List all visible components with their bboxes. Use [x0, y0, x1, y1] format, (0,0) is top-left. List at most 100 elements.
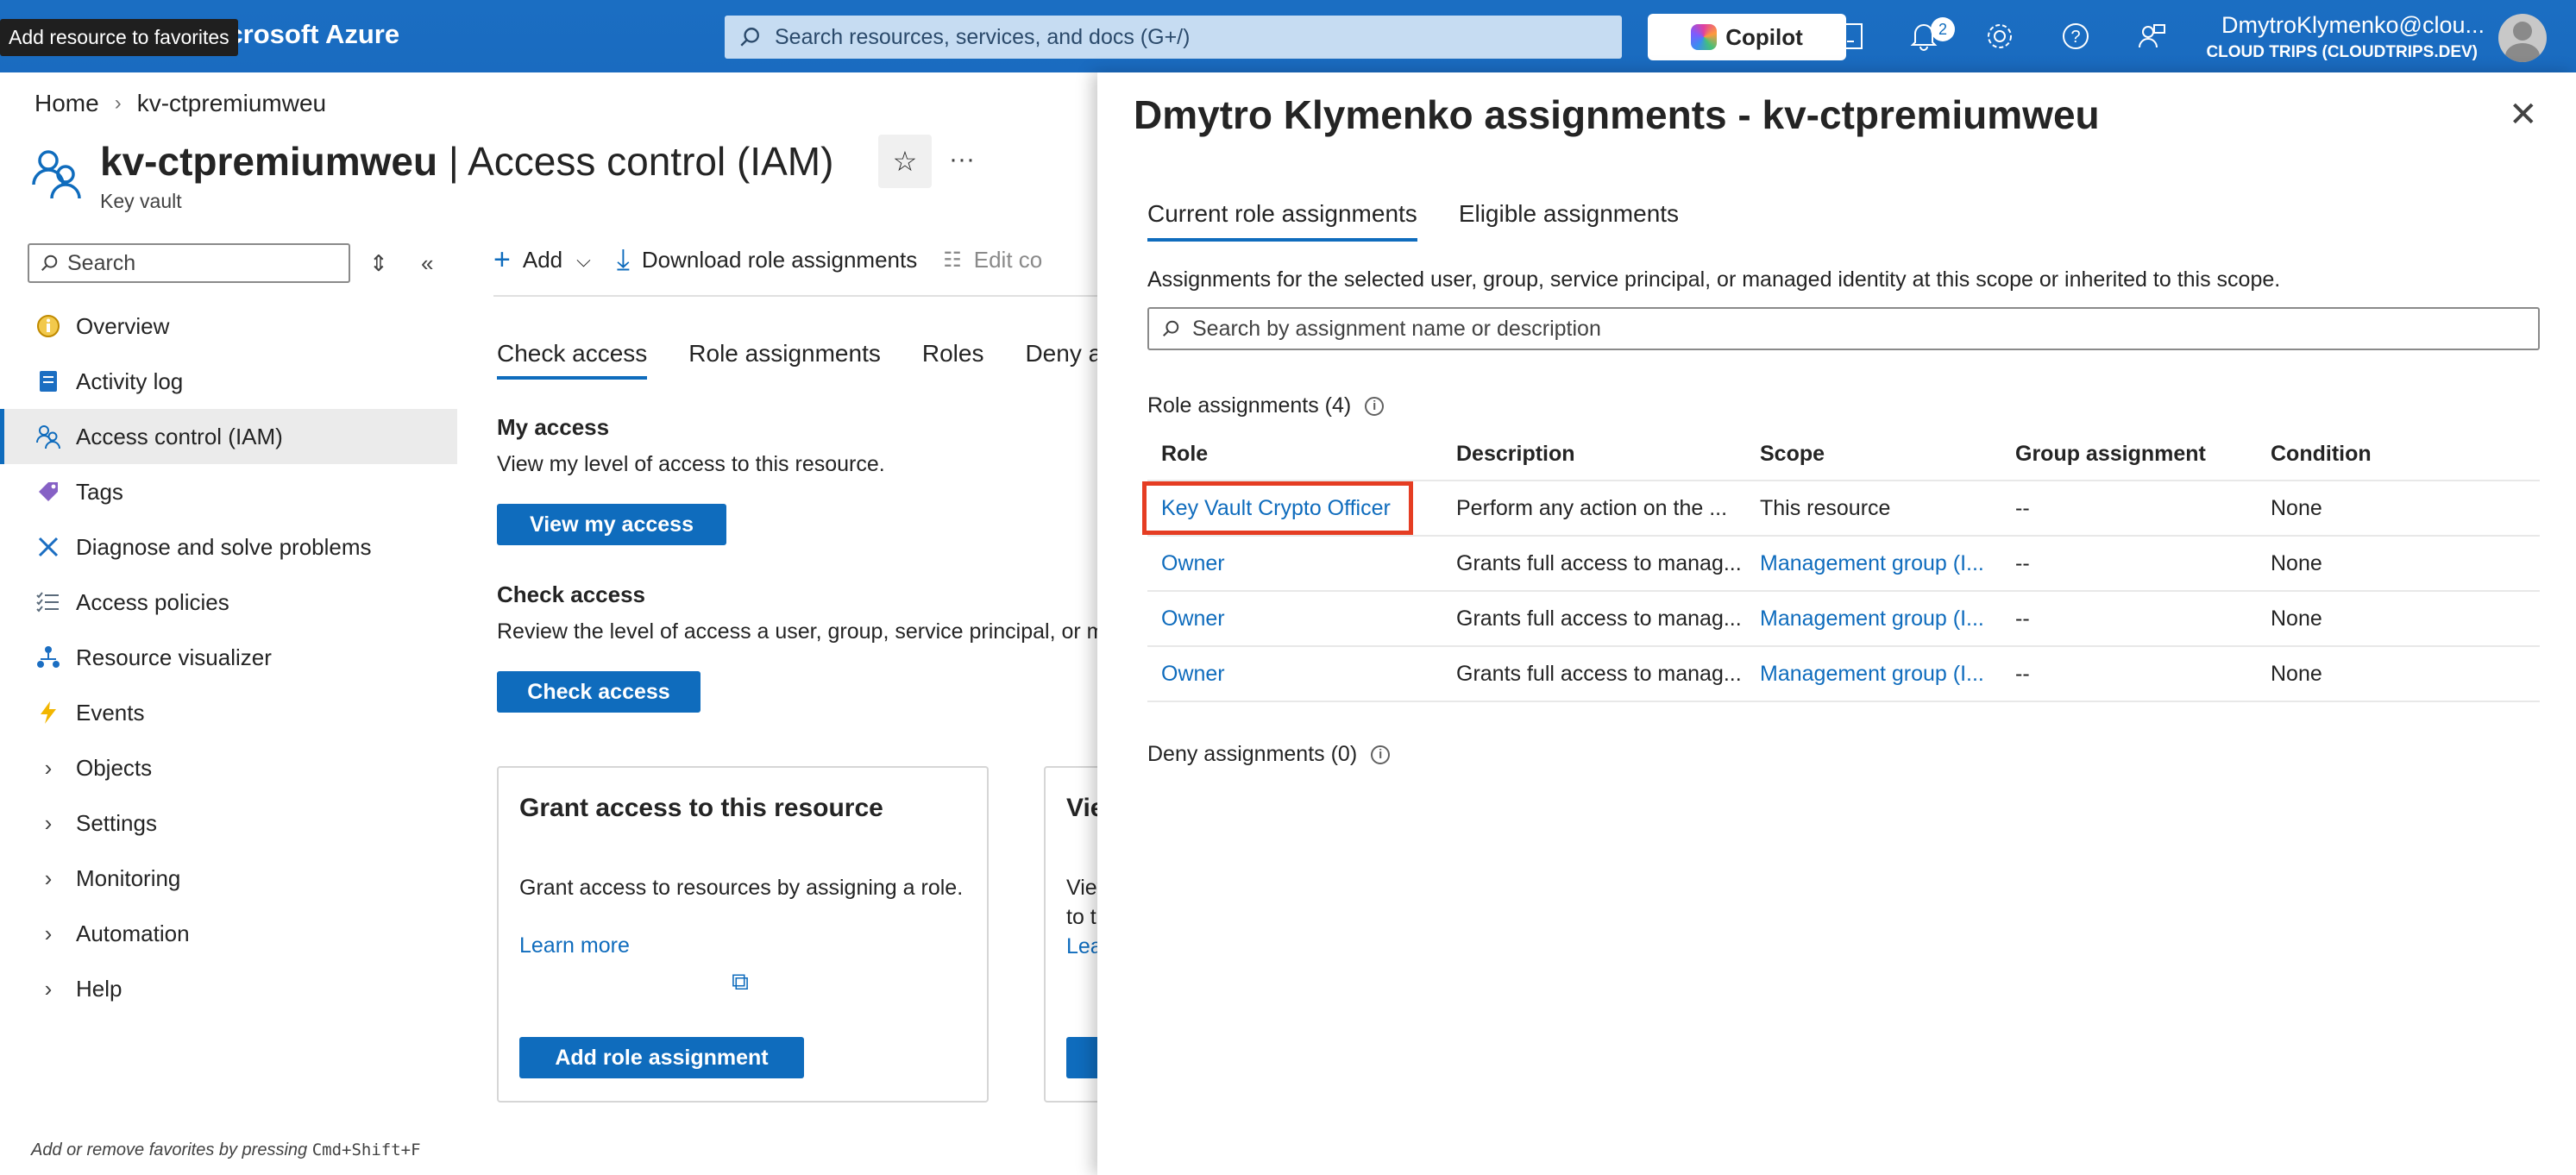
- help-icon[interactable]: ?: [2058, 19, 2093, 53]
- sidebar-item-tags[interactable]: Tags: [0, 464, 457, 519]
- cloud-shell-icon[interactable]: [1831, 19, 1865, 53]
- plus-icon: +: [493, 243, 511, 276]
- favorite-star-button[interactable]: ☆: [878, 135, 932, 188]
- assignments-panel: Dmytro Klymenko assignments - kv-ctpremi…: [1097, 72, 2576, 1175]
- row-group-assignment: --: [2015, 550, 2030, 575]
- column-header-scope[interactable]: Scope: [1760, 442, 2015, 467]
- sidebar-item-label: Access control (IAM): [76, 423, 283, 449]
- deny-assignments-count: Deny assignments (0) i: [1147, 742, 1391, 767]
- settings-gear-icon[interactable]: [1982, 19, 2017, 53]
- sidebar-item-monitoring[interactable]: › Monitoring: [0, 851, 457, 906]
- learn-more-link[interactable]: Learn more: [519, 933, 630, 958]
- panel-tabs: Current role assignments Eligible assign…: [1147, 200, 1679, 242]
- assignment-search-placeholder: Search by assignment name or description: [1192, 316, 1601, 341]
- check-access-text: Review the level of access a user, group…: [497, 619, 1097, 644]
- edit-columns-button[interactable]: ☷ Edit co: [943, 247, 1042, 273]
- tab-eligible-assignments[interactable]: Eligible assignments: [1459, 200, 1679, 228]
- collapse-sidebar-icon[interactable]: «: [421, 250, 433, 277]
- sidebar-item-label: Help: [76, 975, 123, 1002]
- sidebar-item-events[interactable]: Events: [0, 685, 457, 740]
- notification-count-badge: 2: [1931, 17, 1955, 41]
- row-scope-link[interactable]: Management group (I...: [1760, 606, 2015, 631]
- iam-icon: [35, 423, 62, 450]
- row-scope-link[interactable]: Management group (I...: [1760, 662, 2015, 687]
- sidebar-item-label: Automation: [76, 920, 190, 946]
- sidebar-item-overview[interactable]: Overview: [0, 298, 457, 354]
- role-link[interactable]: Owner: [1147, 662, 1456, 687]
- sidebar-item-help[interactable]: › Help: [0, 961, 457, 1016]
- page-title-suffix: | Access control (IAM): [437, 139, 834, 184]
- breadcrumb-home[interactable]: Home: [35, 90, 99, 117]
- chevron-down-icon: ⌵: [576, 248, 591, 271]
- iam-tabs: Check access Role assignments Roles Deny…: [497, 340, 1126, 380]
- sidebar-item-objects[interactable]: › Objects: [0, 740, 457, 795]
- chevron-right-icon: ›: [44, 864, 53, 891]
- breadcrumb-resource[interactable]: kv-ctpremiumweu: [137, 90, 326, 117]
- more-options-icon[interactable]: ···: [949, 145, 975, 174]
- add-label: Add: [522, 247, 563, 273]
- page-title: kv-ctpremiumweu | Access control (IAM): [100, 138, 833, 185]
- add-role-assignment-button[interactable]: Add role assignment: [519, 1037, 804, 1078]
- breadcrumb: Home › kv-ctpremiumweu: [35, 90, 326, 117]
- row-scope-link[interactable]: Management group (I...: [1760, 551, 2015, 576]
- sidebar-item-access-policies[interactable]: Access policies: [0, 575, 457, 630]
- tab-current-role-assignments[interactable]: Current role assignments: [1147, 200, 1417, 242]
- chevron-right-icon: ›: [114, 91, 122, 115]
- search-icon: [740, 28, 759, 47]
- column-header-description[interactable]: Description: [1456, 442, 1760, 467]
- copilot-button[interactable]: Copilot: [1648, 14, 1846, 60]
- sidebar-item-label: Events: [76, 699, 145, 726]
- info-icon[interactable]: i: [1371, 745, 1391, 764]
- external-link-icon[interactable]: ⧉: [732, 968, 757, 995]
- sort-updown-icon[interactable]: ⇕: [369, 250, 388, 277]
- sidebar-item-label: Tags: [76, 478, 123, 505]
- download-role-assignments-button[interactable]: ⤓ Download role assignments: [617, 243, 917, 277]
- column-header-group-assignment[interactable]: Group assignment: [2015, 442, 2271, 467]
- account-name[interactable]: DmytroKlymenko@clou...: [2200, 12, 2485, 39]
- check-access-heading: Check access: [497, 581, 646, 607]
- sidebar-item-activity-log[interactable]: Activity log: [0, 354, 457, 409]
- sidebar-item-diagnose[interactable]: Diagnose and solve problems: [0, 519, 457, 575]
- avatar[interactable]: [2498, 14, 2547, 62]
- add-button[interactable]: + Add ⌵: [493, 243, 591, 277]
- tab-role-assignments[interactable]: Role assignments: [688, 340, 881, 368]
- assignment-search-input[interactable]: Search by assignment name or description: [1147, 307, 2540, 350]
- column-header-condition[interactable]: Condition: [2271, 442, 2529, 467]
- sidebar-item-label: Settings: [76, 809, 157, 836]
- grant-access-text: Grant access to resources by assigning a…: [519, 876, 964, 900]
- overview-icon: [35, 312, 62, 340]
- sidebar-item-access-control[interactable]: Access control (IAM): [0, 409, 457, 464]
- sidebar-item-label: Overview: [76, 312, 170, 339]
- sidebar-item-label: Resource visualizer: [76, 644, 272, 670]
- grant-access-title: Grant access to this resource: [519, 794, 883, 822]
- account-directory[interactable]: CLOUD TRIPS (CLOUDTRIPS.DEV): [2157, 43, 2478, 62]
- panel-title: Dmytro Klymenko assignments - kv-ctpremi…: [1134, 92, 2100, 137]
- chevron-right-icon: ›: [44, 809, 53, 836]
- row-condition: None: [2271, 606, 2322, 631]
- table-header: Role Description Scope Group assignment …: [1147, 428, 2540, 481]
- favorites-hint-text: Add or remove favorites by pressing: [31, 1140, 308, 1159]
- info-icon[interactable]: i: [1365, 396, 1385, 416]
- sidebar-item-label: Objects: [76, 754, 153, 781]
- sidebar-item-automation[interactable]: › Automation: [0, 906, 457, 961]
- check-access-button[interactable]: Check access: [497, 671, 701, 713]
- deny-assignments-label: Deny assignments (0): [1147, 742, 1358, 766]
- resource-type: Key vault: [100, 190, 182, 212]
- sidebar-item-resource-visualizer[interactable]: Resource visualizer: [0, 630, 457, 685]
- view-my-access-button[interactable]: View my access: [497, 504, 726, 545]
- role-link[interactable]: Owner: [1147, 551, 1456, 576]
- row-condition: None: [2271, 661, 2322, 686]
- tag-icon: [35, 478, 62, 506]
- role-link[interactable]: Owner: [1147, 606, 1456, 631]
- sidebar-search-input[interactable]: Search: [28, 243, 350, 283]
- favorites-shortcut-keys: Cmd+Shift+F: [311, 1140, 421, 1159]
- row-group-assignment: --: [2015, 661, 2030, 686]
- close-icon[interactable]: ✕: [2509, 95, 2538, 135]
- global-search-input[interactable]: Search resources, services, and docs (G+…: [725, 16, 1622, 59]
- column-header-role[interactable]: Role: [1147, 442, 1456, 467]
- tab-roles[interactable]: Roles: [922, 340, 984, 368]
- sidebar-item-label: Access policies: [76, 588, 229, 615]
- tab-check-access[interactable]: Check access: [497, 340, 648, 380]
- row-condition: None: [2271, 550, 2322, 575]
- sidebar-item-settings[interactable]: › Settings: [0, 795, 457, 851]
